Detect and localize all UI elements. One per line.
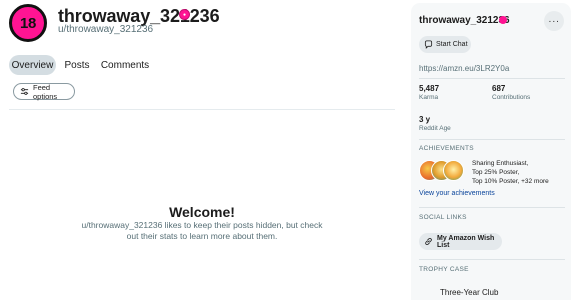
start-chat-button[interactable]: Start Chat bbox=[419, 36, 471, 53]
contributions-value: 687 bbox=[492, 84, 506, 93]
chat-bubble-icon bbox=[424, 40, 433, 49]
reddit-age-value: 3 y bbox=[419, 115, 431, 124]
sidebar-username: throwaway_321236 bbox=[419, 15, 510, 26]
sidebar-divider bbox=[419, 259, 565, 260]
feed-options-button[interactable]: Feed options bbox=[13, 82, 75, 101]
achievement-badge-icon bbox=[443, 160, 464, 181]
content-divider bbox=[9, 109, 395, 110]
sidebar-divider bbox=[419, 139, 565, 140]
tab-posts[interactable]: Posts bbox=[64, 55, 90, 75]
sliders-icon bbox=[20, 87, 29, 96]
trophy-case-heading: TROPHY CASE bbox=[419, 266, 469, 273]
sidebar-divider bbox=[419, 207, 565, 208]
snoo-badge-icon: ● bbox=[179, 9, 190, 20]
feed-options-label: Feed options bbox=[33, 82, 58, 101]
contributions-label: Contributions bbox=[492, 94, 531, 101]
link-icon bbox=[424, 237, 433, 246]
profile-handle: u/throwaway_321236 bbox=[58, 24, 154, 35]
reddit-age-label: Reddit Age bbox=[419, 125, 451, 132]
welcome-body: u/throwaway_321236 likes to keep their p… bbox=[81, 220, 323, 241]
profile-avatar[interactable]: 18 bbox=[9, 4, 47, 42]
tab-comments[interactable]: Comments bbox=[101, 55, 149, 75]
start-chat-label: Start Chat bbox=[436, 41, 468, 48]
achievements-heading: ACHIEVEMENTS bbox=[419, 145, 474, 152]
profile-link[interactable]: https://amzn.eu/3LR2Y0a bbox=[419, 64, 509, 73]
profile-sidebar-card: throwaway_321236 ··· Start Chat https://… bbox=[411, 3, 571, 300]
social-link-amazon-wish-list[interactable]: My Amazon Wish List bbox=[419, 233, 502, 250]
more-options-button[interactable]: ··· bbox=[544, 11, 564, 31]
tab-overview[interactable]: Overview bbox=[9, 55, 56, 75]
avatar-text: 18 bbox=[19, 14, 37, 32]
snoo-badge-icon bbox=[499, 16, 507, 24]
view-achievements-link[interactable]: View your achievements bbox=[419, 190, 495, 197]
trophy-item: Three-Year Club bbox=[440, 288, 499, 297]
social-link-label: My Amazon Wish List bbox=[437, 234, 495, 249]
social-links-heading: SOCIAL LINKS bbox=[419, 214, 467, 221]
karma-value: 5,487 bbox=[419, 84, 440, 93]
welcome-title: Welcome! bbox=[169, 204, 235, 220]
achievements-summary: Sharing Enthusiast, Top 25% Poster, Top … bbox=[472, 160, 549, 185]
ellipsis-icon: ··· bbox=[548, 15, 560, 27]
sidebar-divider bbox=[419, 78, 565, 79]
achievement-badges[interactable] bbox=[419, 160, 465, 181]
karma-label: Karma bbox=[419, 94, 439, 101]
